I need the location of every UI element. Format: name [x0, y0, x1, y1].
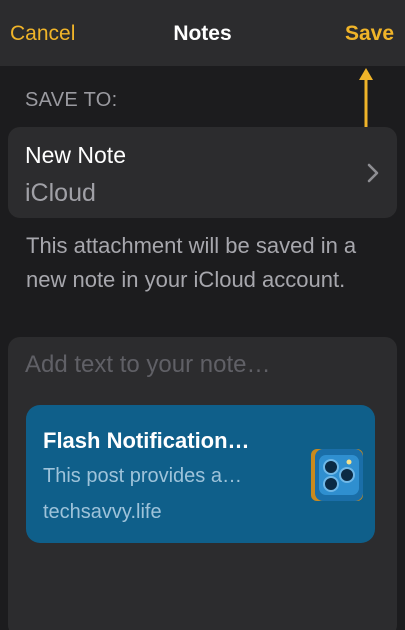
phone-camera-thumbnail-icon [311, 449, 363, 501]
attachment-info-text: This attachment will be saved in a new n… [26, 233, 357, 292]
notes-share-sheet: Cancel Notes Save SAVE TO: New Note iClo… [0, 0, 405, 630]
attachment-description: This post provides a… [43, 465, 242, 487]
note-text-input[interactable] [25, 347, 385, 383]
chevron-right-icon [367, 163, 379, 183]
save-to-label: SAVE TO: [25, 89, 118, 111]
navigation-bar: Cancel Notes Save [0, 0, 405, 66]
attachment-domain: techsavvy.life [43, 501, 162, 523]
save-button[interactable]: Save [345, 22, 394, 46]
note-compose-area: Flash Notification… This post provides a… [8, 337, 397, 630]
destination-title: New Note [25, 142, 126, 168]
destination-picker[interactable]: New Note iCloud [8, 127, 397, 218]
attachment-title: Flash Notification… [43, 428, 250, 453]
attachment-link-preview[interactable]: Flash Notification… This post provides a… [26, 405, 375, 543]
destination-account: iCloud [25, 179, 96, 207]
